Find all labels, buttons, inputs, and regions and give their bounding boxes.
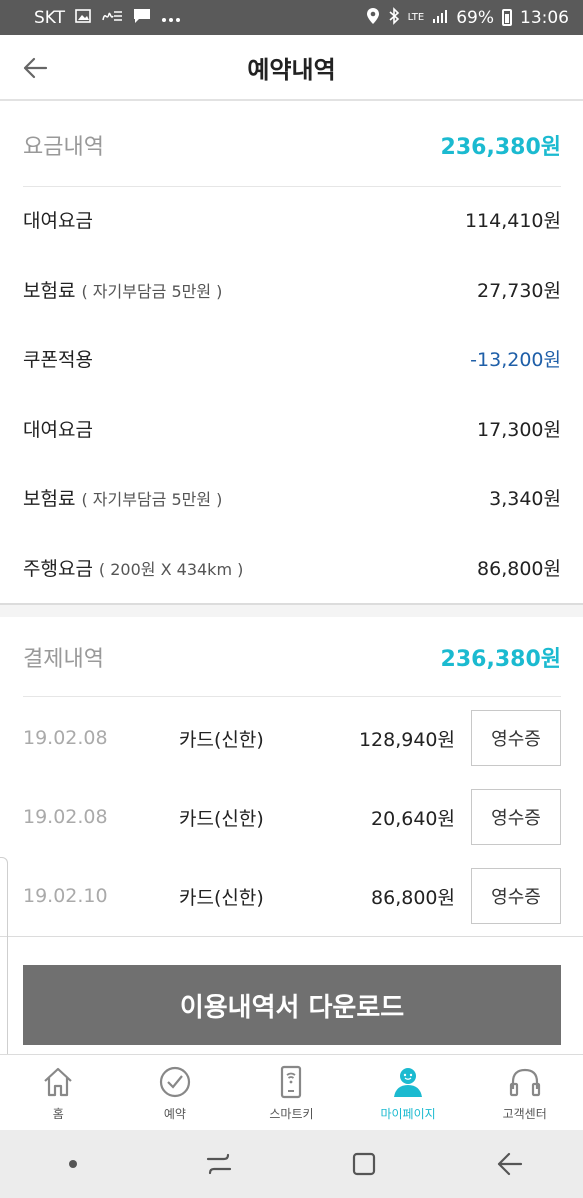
- fee-label: 보험료: [23, 487, 76, 510]
- recent-apps-icon: [206, 1153, 231, 1175]
- fee-section: 요금내역 236,380원 대여요금 114,410원 보험료( 자기부담금 5…: [0, 103, 583, 603]
- fee-total: 236,380원: [440, 134, 561, 160]
- battery-icon: [502, 9, 512, 26]
- download-statement-button[interactable]: 이용내역서 다운로드: [23, 965, 561, 1045]
- fee-label: 주행요금: [23, 557, 93, 580]
- tab-customer-center[interactable]: 고객센터: [466, 1055, 583, 1130]
- payment-date: 19.02.08: [23, 806, 108, 828]
- image-notification-icon: [75, 8, 91, 27]
- fee-note: ( 200원 X 434km ): [98, 559, 244, 579]
- fee-row: 대여요금 114,410원: [23, 199, 561, 239]
- tab-label: 홈: [52, 1107, 64, 1121]
- battery-percent: 69%: [456, 7, 494, 28]
- signature-notification-icon: [101, 8, 123, 28]
- fee-section-title: 요금내역: [23, 134, 104, 160]
- recent-apps-button[interactable]: [189, 1134, 249, 1194]
- location-icon: [366, 7, 380, 29]
- more-notifications-icon: [161, 9, 181, 27]
- payment-section-header: 결제내역 236,380원: [23, 617, 561, 697]
- payment-method: 카드(신한): [179, 886, 264, 909]
- fee-label: 대여요금: [23, 209, 93, 232]
- fee-amount: 17,300원: [477, 418, 561, 441]
- fee-row: 보험료( 자기부담금 5만원 ) 3,340원: [23, 477, 561, 517]
- tab-mypage[interactable]: 마이페이지: [350, 1055, 467, 1130]
- fee-amount: 3,340원: [489, 487, 561, 510]
- fee-amount: 27,730원: [477, 279, 561, 302]
- payment-date: 19.02.10: [23, 885, 108, 907]
- page-title: 예약내역: [247, 55, 336, 84]
- receipt-button[interactable]: 영수증: [471, 710, 561, 766]
- carrier-label: SKT: [34, 7, 66, 28]
- home-square-icon: [353, 1152, 376, 1176]
- headset-icon: [509, 1068, 540, 1097]
- payment-row: 19.02.08 카드(신한) 20,640원 영수증: [23, 789, 561, 845]
- back-nav-icon: [498, 1152, 523, 1176]
- payment-date: 19.02.08: [23, 727, 108, 749]
- clock-time: 13:06: [520, 7, 569, 28]
- fee-amount: 86,800원: [477, 557, 561, 580]
- status-bar: SKT LTE 69% 13:06: [0, 0, 583, 35]
- back-button[interactable]: [18, 51, 52, 85]
- payment-amount: 20,640원: [371, 807, 455, 830]
- payment-section: 결제내역 236,380원 19.02.08 카드(신한) 128,940원 영…: [0, 617, 583, 937]
- bluetooth-icon: [388, 6, 400, 29]
- tab-smartkey[interactable]: 스마트키: [233, 1055, 350, 1130]
- bottom-tab-bar: 홈 예약 스마트키 마이페이지 고객센터: [0, 1054, 583, 1130]
- payment-row: 19.02.08 카드(신한) 128,940원 영수증: [23, 710, 561, 766]
- section-divider: [0, 603, 583, 617]
- person-icon: [394, 1068, 423, 1097]
- fee-row: 주행요금( 200원 X 434km ) 86,800원: [23, 547, 561, 587]
- fee-row: 보험료( 자기부담금 5만원 ) 27,730원: [23, 269, 561, 309]
- fee-section-header: 요금내역 236,380원: [23, 103, 561, 187]
- tab-home[interactable]: 홈: [0, 1055, 117, 1130]
- fee-label: 쿠폰적용: [23, 348, 93, 371]
- home-icon: [44, 1067, 73, 1097]
- receipt-button[interactable]: 영수증: [471, 789, 561, 845]
- tab-reservation[interactable]: 예약: [117, 1055, 234, 1130]
- network-type-label: LTE: [407, 11, 425, 23]
- signal-icon: [432, 8, 448, 28]
- back-nav-button[interactable]: [480, 1134, 540, 1194]
- payment-method: 카드(신한): [179, 728, 264, 751]
- payment-method: 카드(신한): [179, 807, 264, 830]
- payment-total: 236,380원: [440, 646, 561, 672]
- fee-note: ( 자기부담금 5만원 ): [81, 489, 223, 509]
- tab-label: 예약: [163, 1107, 186, 1121]
- receipt-button[interactable]: 영수증: [471, 868, 561, 924]
- payment-section-title: 결제내역: [23, 646, 104, 672]
- payment-amount: 128,940원: [358, 728, 455, 751]
- payment-row: 19.02.10 카드(신한) 86,800원 영수증: [23, 868, 561, 924]
- smartkey-icon: [281, 1065, 302, 1099]
- tab-label: 스마트키: [269, 1107, 314, 1121]
- fee-label: 보험료: [23, 279, 76, 302]
- nav-dot-button[interactable]: [43, 1134, 103, 1194]
- message-notification-icon: [133, 8, 151, 28]
- tab-label: 고객센터: [502, 1107, 547, 1121]
- fee-amount: 114,410원: [464, 209, 561, 232]
- home-nav-button[interactable]: [334, 1134, 394, 1194]
- fee-row: 쿠폰적용 -13,200원: [23, 338, 561, 378]
- fee-amount-discount: -13,200원: [470, 348, 561, 371]
- dot-icon: [68, 1160, 77, 1168]
- app-header: 예약내역: [0, 35, 583, 101]
- back-arrow-icon: [23, 57, 48, 79]
- fee-row: 대여요금 17,300원: [23, 408, 561, 448]
- payment-amount: 86,800원: [371, 886, 455, 909]
- clock-icon: [159, 1066, 190, 1098]
- tab-label: 마이페이지: [380, 1107, 436, 1121]
- fee-note: ( 자기부담금 5만원 ): [81, 281, 223, 301]
- system-nav-bar: [0, 1130, 583, 1198]
- fee-label: 대여요금: [23, 418, 93, 441]
